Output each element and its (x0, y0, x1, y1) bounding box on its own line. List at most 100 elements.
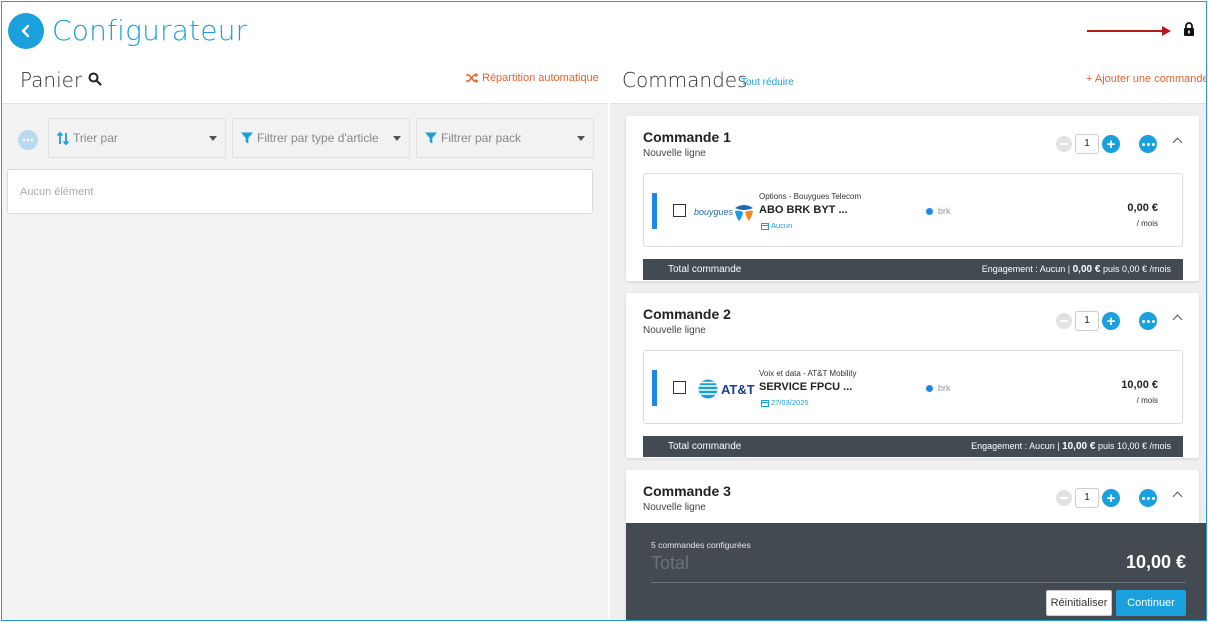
panier-panel: Trier par Filtrer par type d'article Fil… (2, 103, 608, 620)
quantity-input[interactable]: 1 (1075, 488, 1099, 508)
lock-icon[interactable] (1183, 22, 1195, 36)
summary-total-label: Total (651, 553, 690, 573)
dot (1151, 496, 1155, 500)
chevron-down-icon (393, 135, 401, 141)
dot (1151, 142, 1155, 146)
line-tag-text: brk (938, 383, 951, 393)
line-tag: brk (926, 206, 951, 216)
total-recurring: puis 10,00 € /mois (1097, 441, 1171, 451)
filter-icon (425, 132, 437, 144)
continue-button[interactable]: Continuer (1116, 590, 1186, 616)
commande-subtitle: Nouvelle ligne (643, 502, 706, 513)
line-period: / mois (1136, 219, 1158, 228)
commande-total-bar: Total commande Engagement : Aucun | 10,0… (643, 436, 1183, 457)
decrement-button[interactable] (1056, 136, 1072, 152)
commande-more-button[interactable] (1139, 135, 1157, 153)
filter-icon (241, 132, 253, 144)
line-category: Options - Bouygues Telecom (759, 192, 862, 201)
line-period: / mois (1136, 396, 1158, 405)
total-label: Total commande (668, 264, 742, 275)
total-details: Engagement : Aucun | 10,00 € puis 10,00 … (971, 441, 1171, 452)
line-date-text: Aucun (771, 221, 793, 230)
pack-filter-label: Filtrer par pack (441, 131, 522, 145)
reset-button[interactable]: Réinitialiser (1046, 590, 1112, 616)
line-price: 10,00 € (1121, 379, 1158, 391)
back-button[interactable] (8, 13, 44, 49)
dot (1151, 319, 1155, 323)
type-filter-dropdown[interactable]: Filtrer par type d'article (232, 118, 410, 158)
total-amount: 0,00 € (1072, 264, 1101, 275)
chevron-down-icon (209, 135, 217, 141)
type-filter-label: Filtrer par type d'article (257, 131, 379, 145)
commandes-title: Commandes (622, 68, 748, 92)
att-logo: AT&T (698, 377, 755, 401)
sort-dropdown[interactable]: Trier par (48, 118, 226, 158)
dot (1141, 142, 1145, 146)
commande-title: Commande 2 (643, 306, 731, 322)
dot (1146, 319, 1150, 323)
summary-total-value: 10,00 € (1125, 552, 1186, 572)
line-indicator (652, 370, 657, 406)
quantity-input[interactable]: 1 (1075, 311, 1099, 331)
annotation-arrow-head (1162, 26, 1171, 36)
increment-button[interactable]: + (1102, 135, 1120, 153)
att-globe-icon (698, 379, 718, 399)
line-date: Aucun (761, 221, 792, 230)
line-date-text: 27/03/2025 (771, 398, 809, 407)
auto-distribution-link[interactable]: Répartition automatique (466, 72, 599, 84)
collapse-all-link[interactable]: Tout réduire (741, 77, 794, 88)
shuffle-icon (466, 73, 478, 83)
commande-title: Commande 1 (643, 129, 731, 145)
app-window: Configurateur Panier Répartition automat… (1, 1, 1207, 621)
increment-button[interactable]: + (1102, 489, 1120, 507)
commande-title: Commande 3 (643, 483, 731, 499)
sort-icon (57, 131, 69, 145)
total-label: Total commande (668, 441, 742, 452)
engagement-text: Engagement : Aucun | (981, 264, 1071, 274)
chevron-left-icon (21, 24, 30, 38)
bouygues-logo-mark (735, 205, 754, 221)
search-icon[interactable] (88, 72, 102, 86)
commande-card: Commande 2 Nouvelle ligne 1 + AT&T Voix … (626, 293, 1199, 458)
increment-button[interactable]: + (1102, 312, 1120, 330)
summary-count: 5 commandes configurées (651, 540, 751, 550)
commande-line: bouygues Options - Bouygues Telecom ABO … (643, 173, 1183, 247)
dot (1146, 496, 1150, 500)
quantity-input[interactable]: 1 (1075, 134, 1099, 154)
line-checkbox[interactable] (673, 204, 686, 217)
commande-subtitle: Nouvelle ligne (643, 325, 706, 336)
line-name: SERVICE FPCU ... (759, 381, 853, 393)
auto-distribution-label: Répartition automatique (482, 72, 599, 84)
line-checkbox[interactable] (673, 381, 686, 394)
pack-filter-dropdown[interactable]: Filtrer par pack (416, 118, 594, 158)
dot (1141, 319, 1145, 323)
decrement-button[interactable] (1056, 490, 1072, 506)
chevron-up-icon[interactable] (1172, 314, 1183, 325)
chevron-up-icon[interactable] (1172, 491, 1183, 502)
calendar-icon (761, 222, 769, 230)
total-recurring: puis 0,00 € /mois (1102, 264, 1171, 274)
decrement-button[interactable] (1056, 313, 1072, 329)
commande-more-button[interactable] (1139, 312, 1157, 330)
status-dot (926, 207, 933, 215)
add-commande-link[interactable]: + Ajouter une commande (1086, 73, 1206, 85)
bouygues-logo: bouygues (694, 200, 754, 224)
commande-card: Commande 1 Nouvelle ligne 1 + bouygues O… (626, 116, 1199, 281)
total-details: Engagement : Aucun | 0,00 € puis 0,00 € … (982, 264, 1171, 275)
panier-more-button[interactable] (18, 130, 38, 150)
status-dot (926, 384, 933, 392)
commande-subtitle: Nouvelle ligne (643, 148, 706, 159)
chevron-up-icon[interactable] (1172, 137, 1183, 148)
line-tag-text: brk (938, 206, 951, 216)
more-dots-icon (22, 138, 34, 142)
sort-dropdown-label: Trier par (73, 131, 118, 145)
engagement-text: Engagement : Aucun | (971, 441, 1060, 451)
panier-empty-message: Aucun élément (7, 169, 593, 214)
chevron-down-icon (577, 135, 585, 141)
commandes-header: Commandes Tout réduire + Ajouter une com… (608, 62, 1206, 102)
plus-icon: + (1106, 135, 1116, 153)
annotation-arrow-line (1087, 30, 1165, 32)
line-category: Voix et data - AT&T Mobility (759, 369, 857, 378)
commande-more-button[interactable] (1139, 489, 1157, 507)
total-amount: 10,00 € (1062, 441, 1096, 452)
